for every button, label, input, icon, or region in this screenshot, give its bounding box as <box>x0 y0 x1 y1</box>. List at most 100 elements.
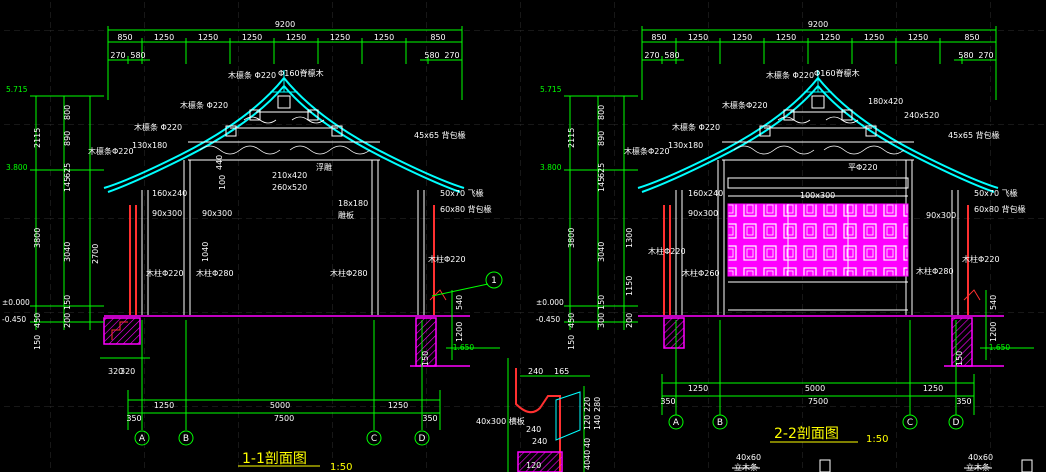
s2-axis-a: A <box>673 418 680 428</box>
s1-label-col-280a: 木柱Φ280 <box>196 268 234 278</box>
detail-v-220: 220 <box>583 397 592 412</box>
s2-second-dim-3: 580 <box>958 51 973 60</box>
s1-elev-5715: 5.715 <box>6 85 28 94</box>
s2-second-dim-2: 580 <box>664 51 679 60</box>
s2-top-dim-5: 1250 <box>820 33 840 42</box>
s1-label-purlin-3: 木檩条 Φ220 <box>134 122 182 132</box>
s1-axis-c: C <box>371 434 377 444</box>
s1-label-purlin-2: 木檩条 Φ220 <box>180 100 228 110</box>
s2-left-dim-145: 145 <box>597 177 606 192</box>
detail-v-40c: 40 <box>583 460 592 470</box>
s2-top-dim-7: 1250 <box>908 33 928 42</box>
s1-second-dim-4: 270 <box>444 51 459 60</box>
s1-elev-0450: -0.450 <box>2 315 26 324</box>
s1-left-dim-890: 890 <box>63 131 72 146</box>
s2-right-dim-1200: 1200 <box>989 322 998 342</box>
s1-top-dim-5: 1250 <box>286 33 306 42</box>
s1-bottom-total: 7500 <box>274 414 294 423</box>
s2-top-dim-6: 1250 <box>864 33 884 42</box>
s1-top-dim-4: 1250 <box>242 33 262 42</box>
s2-left-dim-625: 625 <box>597 163 606 178</box>
s1-bottom-dim-3: 1250 <box>388 401 408 410</box>
s1-label-beam-90b: 90x300 <box>202 209 232 218</box>
s1-overall-width: 9200 <box>275 20 295 29</box>
s2-left-dim-1150: 1150 <box>625 276 634 296</box>
s2-bottom-total: 7500 <box>808 397 828 406</box>
s2-second-dim-4: 270 <box>978 51 993 60</box>
s1-top-dim-2: 1250 <box>154 33 174 42</box>
s2-title: 2-2剖面图 <box>774 426 839 442</box>
s2-left-dim-300: 300 <box>597 313 606 328</box>
s1-label-beam-260: 260x520 <box>272 183 307 192</box>
s2-scale: 1:50 <box>866 434 888 445</box>
s1-label-col-220b: 木柱Φ220 <box>428 254 466 264</box>
s1-label-dim-100: 100 <box>218 175 227 190</box>
s2-label-beam-180: 180x420 <box>868 97 903 106</box>
s1-right-dim-150: 150 <box>421 351 430 366</box>
s1-left-dim-150b: 150 <box>33 335 42 350</box>
s2-label-beam-100: 100x300 <box>800 191 835 200</box>
s2-left-dim-450: 450 <box>567 313 576 328</box>
s1-label-purlin-4: 木檩条Φ220 <box>88 146 134 156</box>
s2-top-dim-1: 850 <box>651 33 666 42</box>
s1-left-dim-625: 625 <box>63 163 72 178</box>
s2-axis-c: C <box>907 418 913 428</box>
s2-top-dim-3: 1250 <box>732 33 752 42</box>
s2-bottom-dim-2: 5000 <box>805 384 825 393</box>
s1-left-dim-800: 800 <box>63 105 72 120</box>
s2-bottom-dim-3: 1250 <box>923 384 943 393</box>
s2-elev-3800: 3.800 <box>540 163 562 172</box>
s1-label-beam-130: 130x180 <box>132 141 167 150</box>
s2-lattice-panel <box>727 203 909 277</box>
s2-label-col-220b: 木柱Φ220 <box>962 254 1000 264</box>
s1-top-dim-7: 1250 <box>374 33 394 42</box>
s2-left-dim-1300: 1300 <box>625 228 634 248</box>
s1-label-ridge-purlin: 木檩条 Φ220 <box>228 70 276 80</box>
detail-label-240a: 240 <box>526 425 541 434</box>
detail-label-120: 120 <box>526 461 541 470</box>
s2-top-dim-8: 850 <box>964 33 979 42</box>
s1-elev-1650: -1.650 <box>450 343 474 352</box>
s1-axis-b: B <box>183 434 189 444</box>
s2-label-small-50: 50x70 飞椽 <box>974 188 1018 198</box>
s1-left-dim-145: 145 <box>63 177 72 192</box>
s1-label-beam-90a: 90x300 <box>152 209 182 218</box>
s2-left-dim-890: 890 <box>597 131 606 146</box>
s2-left-dim-200: 200 <box>625 313 634 328</box>
s2-axis-b: B <box>717 418 723 428</box>
s1-left-dim-200: 200 <box>63 313 72 328</box>
s1-title: 1-1剖面图 <box>242 451 307 467</box>
s1-second-dim-3: 580 <box>424 51 439 60</box>
detail-note-3: 40x60 <box>968 453 993 462</box>
s2-label-purlin-4: 木檩条Φ220 <box>624 146 670 156</box>
s2-bottom-dim-1: 1250 <box>688 384 708 393</box>
s1-label-beam-210: 210x420 <box>272 171 307 180</box>
s2-edge-dim-left: 350 <box>660 397 675 406</box>
s1-label-floating-carving: 浮雕 <box>316 162 332 172</box>
s1-axis-d: D <box>419 434 426 444</box>
detail-note-2: 立木条 <box>734 462 758 472</box>
s2-left-dim-3800: 3800 <box>567 228 576 248</box>
s2-label-small-60: 60x80 背包椽 <box>974 204 1026 214</box>
s2-left-dim-150: 150 <box>597 295 606 310</box>
s2-left-dim-150b: 150 <box>567 335 576 350</box>
s2-right-dim-540: 540 <box>989 295 998 310</box>
s1-top-dim-3: 1250 <box>198 33 218 42</box>
s2-label-small-45: 45x65 背包椽 <box>948 130 1000 140</box>
s1-label-beam-160: 160x240 <box>152 189 187 198</box>
s2-second-dim-1: 270 <box>644 51 659 60</box>
s1-elev-3800: 3.800 <box>6 163 28 172</box>
s2-label-ridge-tube: Φ160脊檩木 <box>814 68 860 78</box>
s2-overall-width: 9200 <box>808 20 828 29</box>
s1-label-ridge-tube: Φ160脊檩木 <box>278 68 324 78</box>
s1-axis-a: A <box>139 434 146 444</box>
s1-label-beam-18: 18x180 <box>338 199 368 208</box>
detail-note-4: 立木条 <box>966 462 990 472</box>
s2-elev-000: ±0.000 <box>536 298 564 307</box>
s1-left-dim-2700: 2700 <box>91 244 100 264</box>
s1-label-col-220: 木柱Φ220 <box>146 268 184 278</box>
s2-label-beam-160: 160x240 <box>688 189 723 198</box>
s2-label-col-280: 木柱Φ280 <box>916 266 954 276</box>
s1-elev-000: ±0.000 <box>2 298 30 307</box>
s2-axis-d: D <box>953 418 960 428</box>
